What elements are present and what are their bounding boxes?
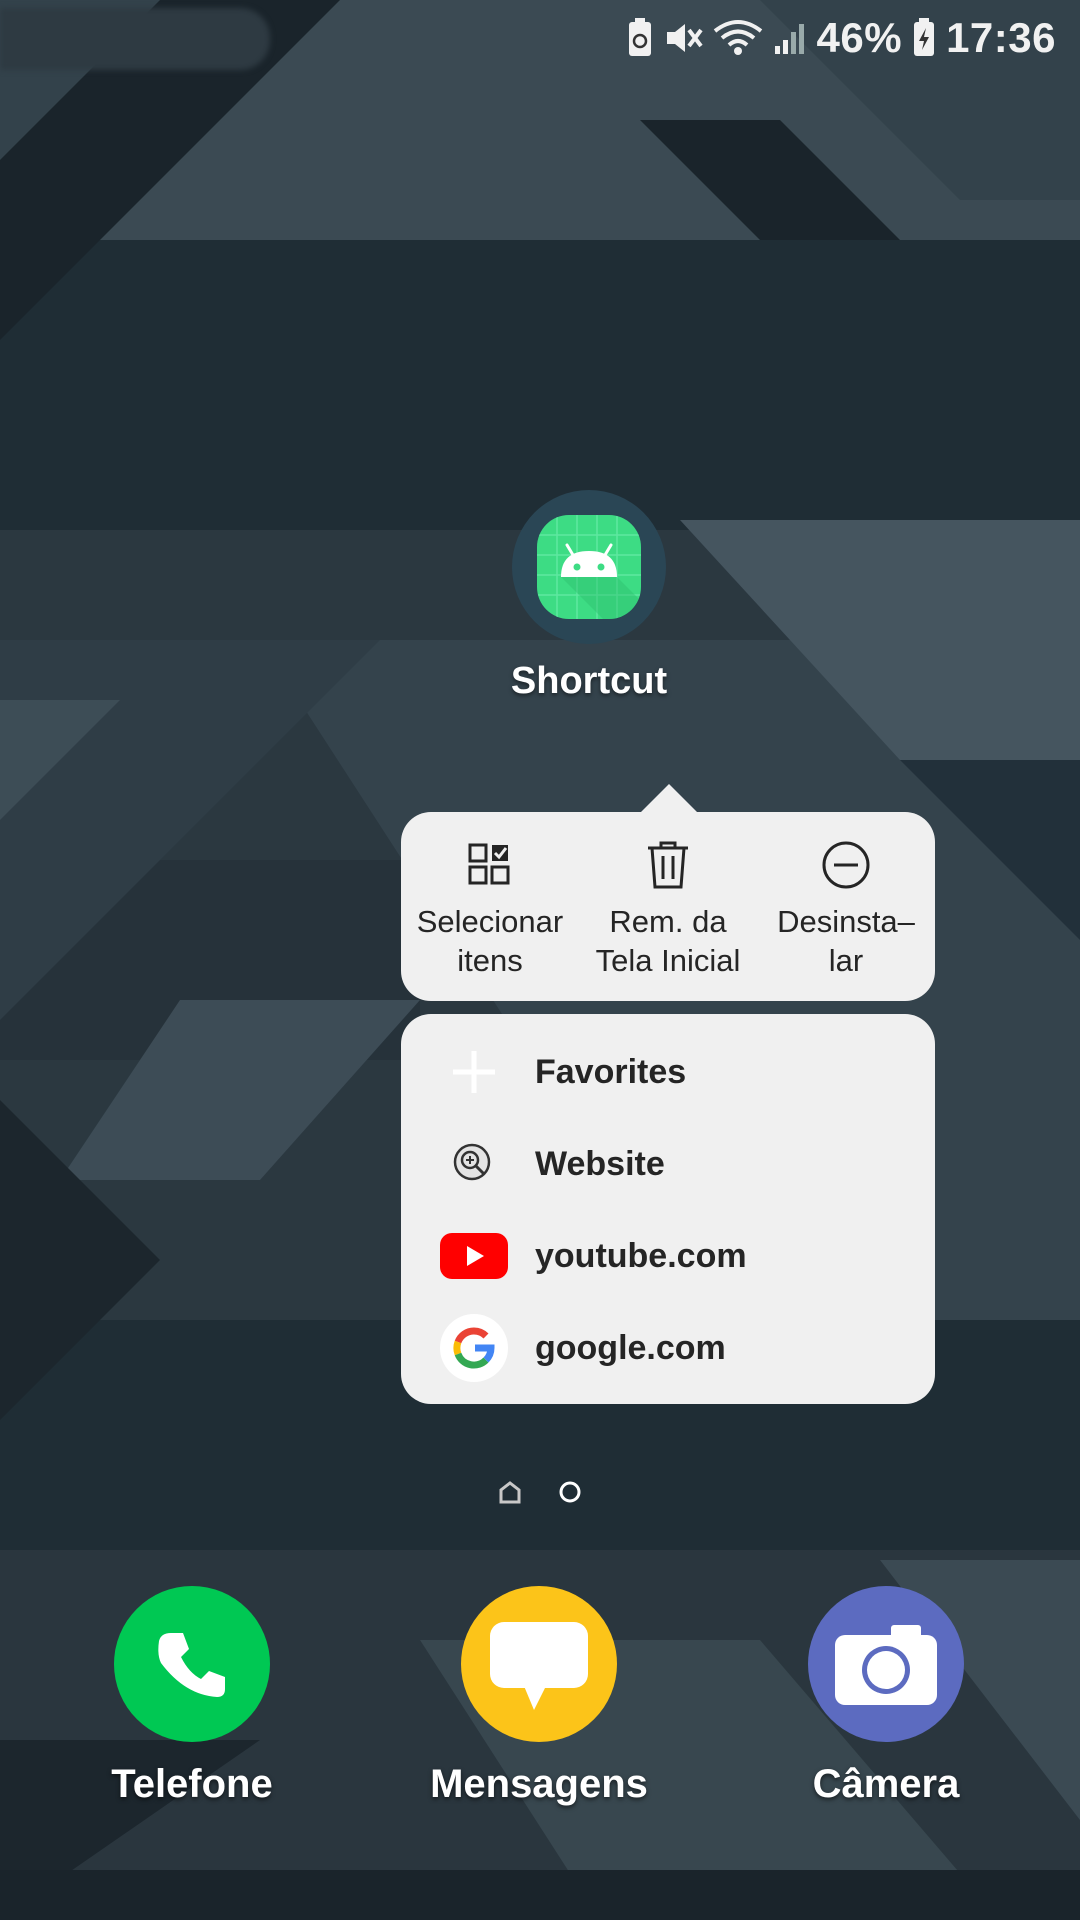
app-label: Shortcut xyxy=(510,660,668,702)
uninstall-icon xyxy=(757,838,935,892)
zoom-in-icon xyxy=(437,1127,511,1201)
android-app-icon xyxy=(537,515,641,619)
popup-actions: Selecionar itens Rem. da Tela Inicial De… xyxy=(401,812,935,1001)
signal-icon xyxy=(773,20,807,56)
shortcut-google[interactable]: google.com xyxy=(401,1302,935,1394)
battery-percent: 46% xyxy=(816,13,903,61)
trash-icon xyxy=(579,838,757,892)
home-page-icon[interactable] xyxy=(498,1480,522,1509)
messages-icon xyxy=(461,1586,617,1742)
battery-charging-icon xyxy=(912,17,936,58)
select-items-icon xyxy=(401,838,579,892)
remove-from-home-label: Rem. da Tela Inicial xyxy=(595,904,741,978)
dock-app-camera[interactable]: Câmera xyxy=(766,1586,1006,1807)
phone-icon xyxy=(114,1586,270,1742)
shortcut-label: Favorites xyxy=(535,1052,687,1091)
dock-app-telefone[interactable]: Telefone xyxy=(72,1586,312,1807)
uninstall-label: Desinsta– lar xyxy=(777,904,915,978)
app-icon-ring xyxy=(512,490,666,644)
shortcut-label: google.com xyxy=(535,1328,726,1367)
vibrate-mute-icon xyxy=(663,20,703,56)
plus-icon xyxy=(437,1035,511,1109)
uninstall-button[interactable]: Desinsta– lar xyxy=(757,838,935,980)
dock-app-mensagens[interactable]: Mensagens xyxy=(419,1586,659,1807)
page-indicator xyxy=(0,1480,1080,1509)
shortcut-youtube[interactable]: youtube.com xyxy=(401,1210,935,1302)
popup-shortcuts: Favorites Website youtube.com google.com xyxy=(401,1014,935,1404)
shortcut-label: Website xyxy=(535,1144,665,1183)
shortcut-label: youtube.com xyxy=(535,1236,747,1275)
app-shortcut[interactable]: Shortcut xyxy=(511,490,667,702)
google-icon xyxy=(437,1311,511,1385)
select-items-button[interactable]: Selecionar itens xyxy=(401,838,579,980)
shortcut-website[interactable]: Website xyxy=(401,1118,935,1210)
dock-label: Telefone xyxy=(111,1762,273,1806)
status-bar: 46% 17:36 xyxy=(0,0,1080,75)
clock: 17:36 xyxy=(946,13,1056,61)
youtube-icon xyxy=(437,1219,511,1293)
shortcut-favorites[interactable]: Favorites xyxy=(401,1026,935,1118)
camera-icon xyxy=(808,1586,964,1742)
status-smudge xyxy=(0,8,270,70)
popup-arrow xyxy=(639,784,699,814)
battery-saver-icon xyxy=(627,17,653,58)
dock-label: Mensagens xyxy=(430,1762,648,1806)
dock-label: Câmera xyxy=(812,1762,960,1806)
remove-from-home-button[interactable]: Rem. da Tela Inicial xyxy=(579,838,757,980)
select-items-label: Selecionar itens xyxy=(416,904,564,978)
wifi-icon xyxy=(713,19,763,57)
page-dot-current[interactable] xyxy=(558,1480,582,1509)
